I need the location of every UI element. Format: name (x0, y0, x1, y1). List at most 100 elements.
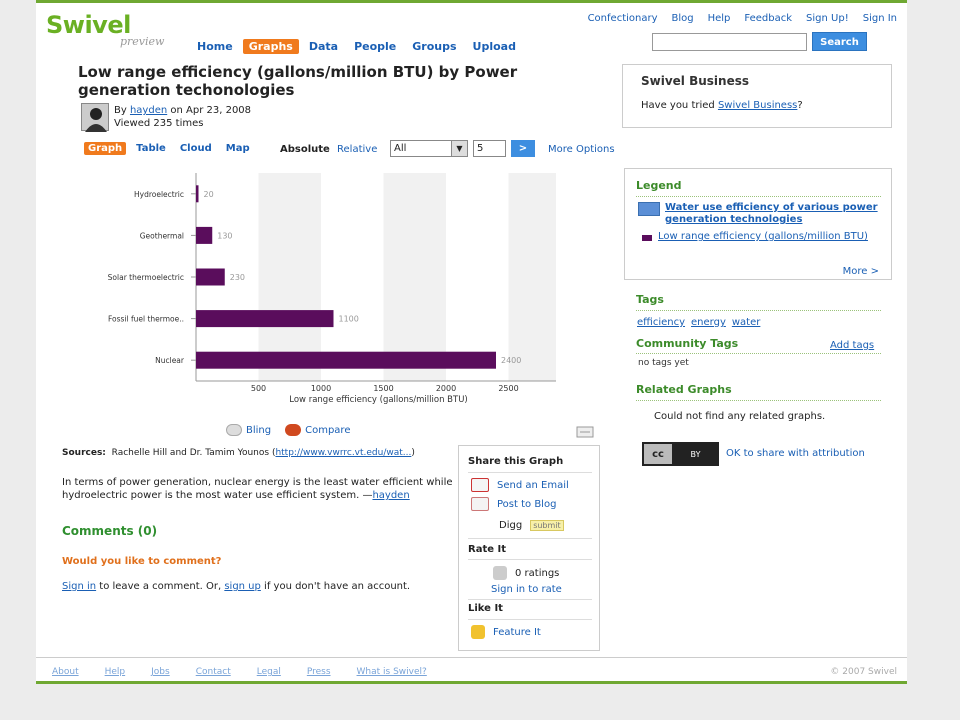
count-input[interactable]: 5 (473, 140, 506, 157)
ratings-count: 0 ratings (515, 567, 560, 579)
tab-cloud[interactable]: Cloud (176, 142, 216, 155)
digg-submit-button[interactable]: submit (530, 520, 564, 531)
add-tags-link[interactable]: Add tags (830, 340, 874, 351)
swivel-logo[interactable]: Swivel preview (46, 11, 164, 48)
no-tags-text: no tags yet (638, 358, 689, 368)
toplink-feedback[interactable]: Feedback (744, 13, 792, 24)
top-links: Confectionary Blog Help Feedback Sign Up… (588, 13, 897, 24)
x-tick-label: 2500 (498, 384, 518, 393)
ratings-row: 0 ratings (493, 566, 559, 580)
cc-icon: cc (644, 444, 674, 464)
sources-text: Rachelle Hill and Dr. Tamim Younos ( (111, 448, 276, 458)
legend-series-link[interactable]: Low range efficiency (gallons/million BT… (642, 231, 882, 243)
ribbon-icon (471, 625, 485, 639)
nav-people[interactable]: People (348, 39, 402, 54)
digg-row: Digg submit (499, 520, 564, 531)
legend-more-link[interactable]: More > (843, 266, 879, 277)
signin-link[interactable]: Sign in (62, 581, 96, 592)
value-label: 2400 (501, 356, 521, 365)
byline-date: on Apr 23, 2008 (170, 105, 252, 116)
legend-dataset-link[interactable]: Water use efficiency of various power ge… (638, 202, 883, 226)
author-link[interactable]: hayden (130, 105, 167, 116)
sources-close: ) (411, 448, 415, 458)
comments-heading: Comments (0) (62, 524, 158, 538)
legend-heading: Legend (636, 179, 682, 192)
footer-press[interactable]: Press (307, 667, 331, 677)
nav-data[interactable]: Data (303, 39, 344, 54)
search-button[interactable]: Search (812, 32, 867, 51)
related-divider (636, 400, 881, 401)
tag-efficiency[interactable]: efficiency (637, 317, 685, 328)
sources-link[interactable]: http://www.vwrrc.vt.edu/wat... (275, 448, 411, 458)
tab-map[interactable]: Map (222, 142, 254, 155)
byline-by: By (114, 105, 127, 116)
toplink-signup[interactable]: Sign Up! (806, 13, 849, 24)
filter-select[interactable]: All ▼ (390, 140, 468, 157)
footer-legal[interactable]: Legal (257, 667, 281, 677)
toplink-confectionary[interactable]: Confectionary (588, 13, 658, 24)
compare-button[interactable]: Compare (285, 424, 350, 436)
nav-home[interactable]: Home (191, 39, 239, 54)
feature-button[interactable]: Feature It (471, 625, 541, 639)
value-label: 130 (217, 231, 232, 240)
tab-table[interactable]: Table (132, 142, 170, 155)
tags-heading: Tags (636, 293, 664, 306)
cc-license-text[interactable]: OK to share with attribution (726, 448, 865, 459)
more-options-link[interactable]: More Options (548, 144, 615, 155)
nav-upload[interactable]: Upload (467, 39, 522, 54)
value-label: 20 (204, 190, 214, 199)
bar (196, 268, 225, 286)
thumbs-up-icon[interactable] (493, 566, 507, 580)
filter-selected: All (394, 143, 407, 154)
like-heading: Like It (468, 603, 503, 614)
grid-band (446, 173, 509, 381)
bling-button[interactable]: Bling (226, 424, 271, 436)
mode-absolute[interactable]: Absolute (280, 144, 330, 155)
community-tags-heading: Community Tags (636, 337, 739, 350)
signin-rate-link[interactable]: Sign in to rate (491, 584, 562, 595)
footer-contact[interactable]: Contact (196, 667, 231, 677)
category-label: Fossil fuel thermoe.. (108, 315, 184, 324)
tag-water[interactable]: water (732, 317, 761, 328)
footer-what-is-swivel[interactable]: What is Swivel? (357, 667, 427, 677)
avatar[interactable] (81, 103, 109, 132)
go-button[interactable]: > (511, 140, 535, 157)
share-divider (468, 538, 592, 539)
x-tick-label: 1500 (373, 384, 393, 393)
graph-actions: Bling Compare (226, 424, 350, 436)
email-icon (471, 478, 489, 492)
bling-icon (226, 424, 242, 436)
business-link[interactable]: Swivel Business (718, 100, 797, 111)
share-heading: Share this Graph (468, 456, 564, 467)
footer-jobs[interactable]: Jobs (151, 667, 170, 677)
tab-graph[interactable]: Graph (84, 142, 127, 155)
nav-graphs[interactable]: Graphs (242, 39, 299, 54)
nav-groups[interactable]: Groups (406, 39, 462, 54)
toplink-signin[interactable]: Sign In (863, 13, 897, 24)
bar (196, 226, 213, 244)
tag-energy[interactable]: energy (691, 317, 726, 328)
main-nav: Home Graphs Data People Groups Upload (191, 39, 522, 54)
grid-band (321, 173, 384, 381)
embed-icon[interactable] (576, 426, 594, 438)
post-blog-button[interactable]: Post to Blog (471, 497, 556, 511)
copyright: © 2007 Swivel (830, 667, 897, 677)
blog-icon (471, 497, 489, 511)
footer-help[interactable]: Help (105, 667, 126, 677)
category-label: Geothermal (140, 231, 184, 240)
grid-band (508, 173, 556, 381)
toplink-blog[interactable]: Blog (672, 13, 694, 24)
footer-about[interactable]: About (52, 667, 79, 677)
series-swatch (642, 235, 652, 241)
cc-license-badge[interactable]: cc BY (642, 442, 719, 466)
digg-label: Digg (499, 520, 523, 531)
description-author-link[interactable]: hayden (372, 490, 409, 501)
category-label: Hydroelectric (134, 190, 184, 199)
toplink-help[interactable]: Help (708, 13, 731, 24)
search-input[interactable] (652, 33, 807, 51)
x-tick-label: 1000 (311, 384, 331, 393)
send-email-button[interactable]: Send an Email (471, 478, 569, 492)
signup-link[interactable]: sign up (224, 581, 261, 592)
mode-relative[interactable]: Relative (337, 144, 377, 155)
compare-icon (285, 424, 302, 436)
